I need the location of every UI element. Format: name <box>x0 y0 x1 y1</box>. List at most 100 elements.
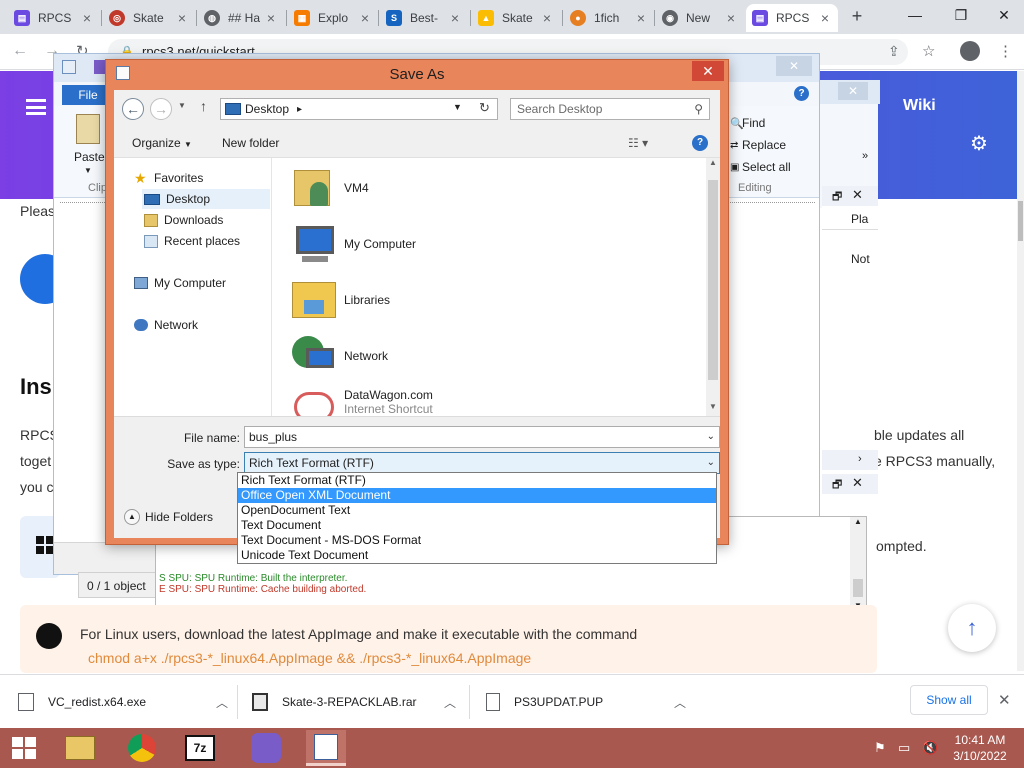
start-button[interactable] <box>4 730 44 766</box>
minimize-button[interactable]: — <box>892 0 938 30</box>
browser-tab[interactable]: ◍ ## Ha × <box>198 4 284 32</box>
show-all-button[interactable]: Show all <box>910 685 988 715</box>
select-all-button[interactable]: ▣ Select all <box>730 160 791 174</box>
close-downloads-icon[interactable]: ✕ <box>998 691 1011 709</box>
taskbar-rpcs3[interactable] <box>246 730 286 766</box>
refresh-icon[interactable]: ↻ <box>479 100 490 116</box>
system-clock[interactable]: 10:41 AM 3/10/2022 <box>944 732 1016 764</box>
file-name-dropdown-icon[interactable]: ⌄ <box>707 427 715 447</box>
close-tab-icon[interactable]: × <box>264 10 278 26</box>
browser-tab[interactable]: ● 1fich × <box>564 4 654 32</box>
bookmark-star-icon[interactable]: ☆ <box>922 42 935 60</box>
hide-folders-button[interactable]: ▲ Hide Folders <box>124 509 213 525</box>
log-scroll-thumb[interactable] <box>853 579 863 597</box>
close-tab-icon[interactable]: × <box>175 10 189 26</box>
taskbar-explorer[interactable] <box>60 730 100 766</box>
restore-pane-icon[interactable]: 🗗 <box>832 476 842 495</box>
browser-tab[interactable]: ◉ New × <box>656 4 744 32</box>
back-icon[interactable]: ← <box>12 42 28 60</box>
browser-tab[interactable]: S Best- × <box>380 4 468 32</box>
browser-tab[interactable]: ▲ Skate × <box>472 4 560 32</box>
browser-tab-active[interactable]: ▤ RPCS × <box>746 4 838 32</box>
tray-flag-icon[interactable]: ⚑ <box>874 740 886 756</box>
share-icon[interactable]: ⇪ <box>888 43 900 60</box>
nav-network[interactable]: Network <box>134 315 198 335</box>
close-tab-icon[interactable]: × <box>80 10 94 26</box>
taskbar-wordpad[interactable] <box>306 730 346 766</box>
nav-downloads[interactable]: Downloads <box>144 210 223 230</box>
save-type-option[interactable]: Text Document <box>238 518 716 533</box>
save-as-type-select[interactable]: Rich Text Format (RTF) ⌄ <box>244 452 720 474</box>
location-breadcrumb[interactable]: Desktop ▸ ▼ ↻ <box>220 98 498 120</box>
nav-favorites[interactable]: ★ Favorites <box>134 168 203 188</box>
download-item[interactable]: VC_redist.x64.exe ︿ <box>18 675 228 729</box>
scroll-to-top-button[interactable]: ↑ <box>948 604 996 652</box>
close-tab-icon[interactable]: × <box>818 10 832 26</box>
browser-tab[interactable]: ▦ Explo × <box>288 4 378 32</box>
chevron-up-icon[interactable]: ︿ <box>216 694 228 711</box>
chevron-up-icon[interactable]: ︿ <box>674 694 686 711</box>
inner-close-icon[interactable]: ✕ <box>838 82 868 100</box>
scroll-up-icon[interactable]: ▲ <box>706 158 720 167</box>
paste-dropdown-icon[interactable]: ▼ <box>84 166 92 175</box>
file-item-my-computer[interactable]: My Computer <box>290 218 416 270</box>
dialog-back-icon[interactable]: ← <box>122 98 144 120</box>
close-pane-icon[interactable]: ✕ <box>852 187 863 203</box>
dialog-forward-icon[interactable]: → <box>150 98 172 120</box>
page-scrollbar[interactable] <box>1017 71 1024 671</box>
view-options-icon[interactable]: ☷ ▾ <box>628 136 648 150</box>
close-tab-icon[interactable]: × <box>448 10 462 26</box>
wordpad-close-icon[interactable]: ✕ <box>776 56 812 76</box>
find-button[interactable]: 🔍 Find <box>730 116 765 130</box>
nav-wiki-link[interactable]: Wiki <box>903 97 936 115</box>
search-desktop-input[interactable]: Search Desktop ⚲ <box>510 98 710 120</box>
browser-tab[interactable]: ◎ Skate × <box>103 4 195 32</box>
replace-button[interactable]: ⇄ Replace <box>730 138 786 152</box>
hamburger-menu-icon[interactable] <box>26 99 46 115</box>
profile-avatar-icon[interactable] <box>960 41 980 61</box>
page-scroll-thumb[interactable] <box>1018 201 1023 241</box>
save-type-option[interactable]: Rich Text Format (RTF) <box>238 473 716 488</box>
file-list-scroll-thumb[interactable] <box>708 180 718 380</box>
close-pane-icon[interactable]: ✕ <box>852 475 863 491</box>
restore-pane-icon[interactable]: 🗗 <box>832 188 842 207</box>
save-type-option-highlighted[interactable]: Office Open XML Document <box>238 488 716 503</box>
save-type-options-list[interactable]: Rich Text Format (RTF) Office Open XML D… <box>237 472 717 564</box>
file-item-network[interactable]: Network <box>290 330 388 382</box>
dialog-help-icon[interactable]: ? <box>692 135 708 151</box>
recent-dropdown-icon[interactable]: ▼ <box>178 101 186 110</box>
settings-sliders-icon[interactable]: ⚙ <box>970 131 988 156</box>
close-tab-icon[interactable]: × <box>724 10 738 26</box>
up-folder-icon[interactable]: ↑ <box>200 98 207 114</box>
taskbar-7zip[interactable]: 7z <box>180 730 220 766</box>
save-type-option[interactable]: Unicode Text Document <box>238 548 716 563</box>
paste-button[interactable]: Paste <box>74 150 105 164</box>
close-tab-icon[interactable]: × <box>358 10 372 26</box>
tray-volume-icon[interactable]: 🔇 <box>922 740 938 756</box>
file-item-datawagon[interactable]: DataWagon.com Internet Shortcut <box>290 384 433 416</box>
file-item-libraries[interactable]: Libraries <box>290 274 390 326</box>
close-window-button[interactable]: ✕ <box>984 0 1024 30</box>
chevron-up-icon[interactable]: ︿ <box>444 694 456 711</box>
taskbar-chrome[interactable] <box>122 730 162 766</box>
download-item[interactable]: PS3UPDAT.PUP ︿ <box>486 675 686 729</box>
close-tab-icon[interactable]: × <box>634 10 648 26</box>
browser-tab[interactable]: ▤ RPCS × <box>8 4 100 32</box>
new-tab-button[interactable]: + <box>846 6 868 28</box>
scroll-down-icon[interactable]: ▼ <box>706 402 720 411</box>
file-name-input[interactable]: bus_plus ⌄ <box>244 426 720 448</box>
help-icon[interactable]: ? <box>794 86 809 101</box>
nav-recent-places[interactable]: Recent places <box>144 231 240 251</box>
log-scrollbar[interactable]: ▲ ▼ <box>850 517 866 615</box>
scroll-up-icon[interactable]: ▲ <box>850 517 866 526</box>
file-item-vm4[interactable]: VM4 <box>290 162 369 214</box>
menu-dots-icon[interactable]: ⋮ <box>998 42 1013 60</box>
location-dropdown-icon[interactable]: ▼ <box>453 102 462 112</box>
save-type-option[interactable]: Text Document - MS-DOS Format <box>238 533 716 548</box>
ribbon-expand-icon[interactable]: » <box>862 150 868 162</box>
organize-button[interactable]: Organize ▼ <box>132 136 192 150</box>
save-type-option[interactable]: OpenDocument Text <box>238 503 716 518</box>
new-folder-button[interactable]: New folder <box>222 136 279 150</box>
nav-my-computer[interactable]: My Computer <box>134 273 226 293</box>
chevron-right-icon[interactable]: › <box>858 453 862 465</box>
